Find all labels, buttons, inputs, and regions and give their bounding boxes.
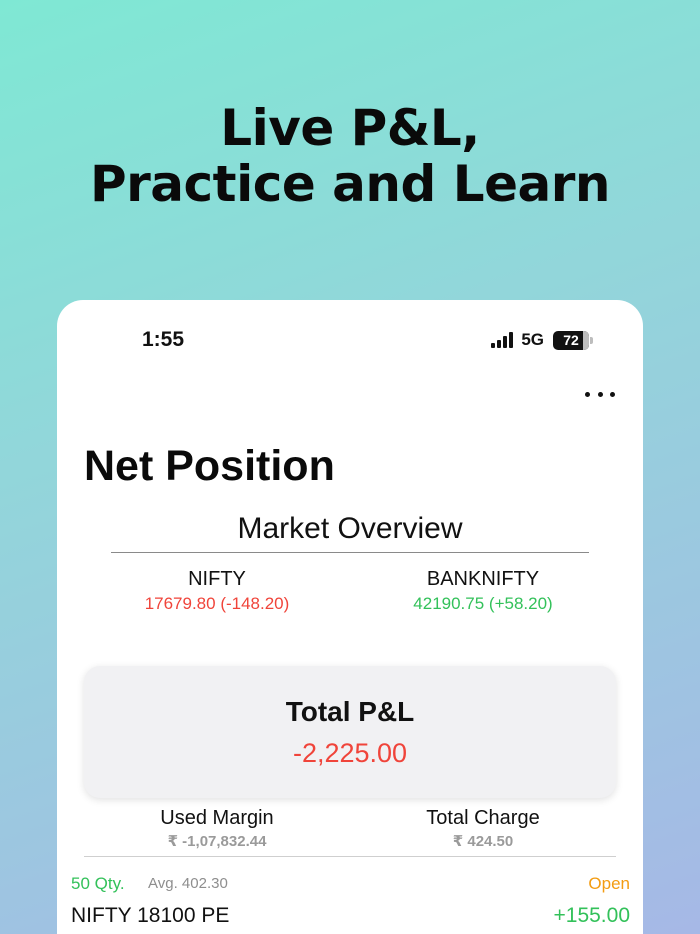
index-name: BANKNIFTY: [426, 568, 540, 590]
section-divider: [84, 856, 616, 857]
used-margin: Used Margin ₹ -1,07,832.44: [117, 807, 317, 850]
total-pl-label: Total P&L: [285, 696, 415, 727]
battery-level: 72: [553, 330, 589, 350]
total-pl-card: Total P&L -2,225.00: [84, 666, 616, 798]
total-pl-value: -2,225.00: [292, 738, 408, 768]
position-qty: 50 Qty.: [71, 874, 125, 893]
headline-line-2: Practice and Learn: [90, 155, 610, 213]
position-avg-price: Avg. 402.30: [148, 875, 228, 892]
page-title: Net Position: [84, 442, 335, 490]
total-charge-value: ₹ 424.50: [452, 833, 514, 850]
index-value: 17679.80 (-148.20): [144, 594, 290, 613]
status-time: 1:55: [142, 328, 185, 351]
status-indicators: 5G 72: [491, 330, 593, 350]
index-banknifty[interactable]: BANKNIFTY 42190.75 (+58.20): [383, 568, 583, 614]
used-margin-value: ₹ -1,07,832.44: [167, 833, 267, 850]
battery-tip: [590, 336, 593, 344]
position-pnl: +155.00: [553, 904, 631, 927]
market-overview-title: Market Overview: [111, 512, 589, 553]
position-status: Open: [588, 874, 630, 893]
cellular-signal-icon: [491, 332, 514, 348]
headline-line-1: Live P&L,: [220, 99, 480, 157]
more-options-icon[interactable]: [585, 384, 615, 404]
index-value: 42190.75 (+58.20): [413, 594, 553, 613]
battery-icon: 72: [553, 330, 593, 350]
used-margin-label: Used Margin: [160, 807, 274, 829]
total-charge-label: Total Charge: [426, 807, 540, 829]
index-nifty[interactable]: NIFTY 17679.80 (-148.20): [117, 568, 317, 614]
network-type: 5G: [521, 330, 544, 349]
total-charge: Total Charge ₹ 424.50: [383, 807, 583, 850]
position-symbol: NIFTY 18100 PE: [71, 904, 230, 927]
index-name: NIFTY: [188, 568, 246, 590]
phone-screen: 1:55 5G 72 Net Position Market Overview …: [57, 300, 643, 934]
promo-headline: Live P&L, Practice and Learn: [0, 100, 700, 212]
